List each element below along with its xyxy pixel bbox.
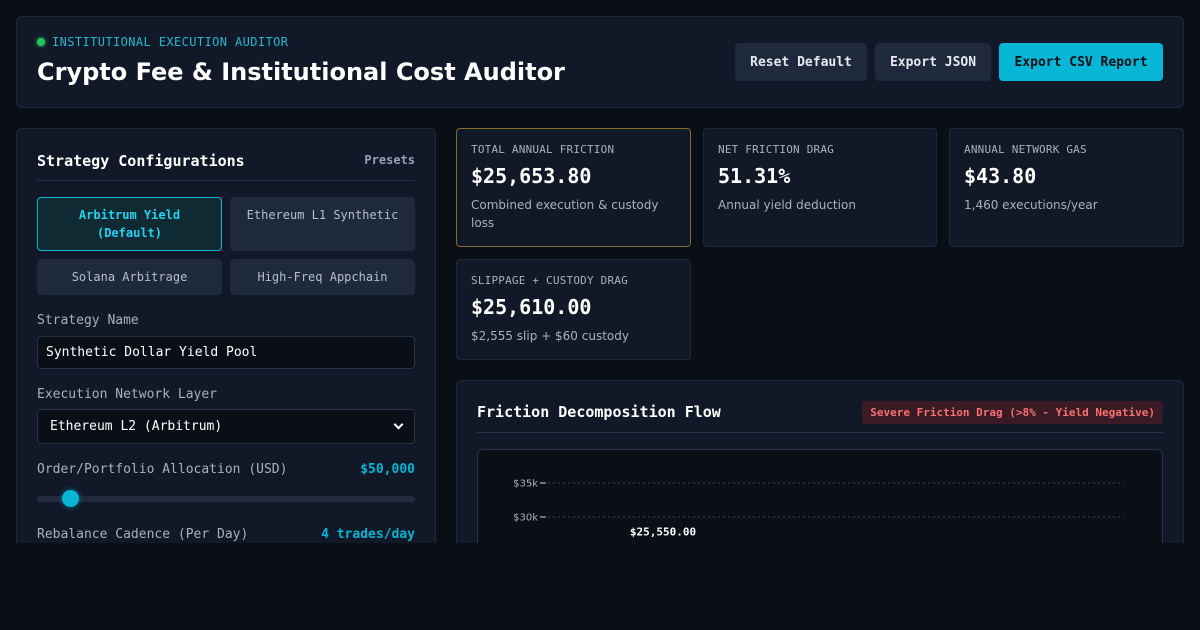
metric-label: NET FRICTION DRAG xyxy=(718,143,834,156)
divider xyxy=(37,180,415,181)
severity-badge: Severe Friction Drag (>8% - Yield Negati… xyxy=(862,401,1163,424)
metric-subtext: Combined execution & custody loss xyxy=(471,198,659,230)
export-json-button[interactable]: Export JSON xyxy=(875,43,991,81)
reset-default-button[interactable]: Reset Default xyxy=(735,43,867,81)
metric-value: $25,610.00 xyxy=(471,295,592,319)
preset-arbitrum-yield[interactable]: Arbitrum Yield (Default) xyxy=(37,197,222,251)
viewport-cutoff xyxy=(0,543,1200,630)
preset-ethereum-l1-synthetic[interactable]: Ethereum L1 Synthetic xyxy=(230,197,415,251)
metric-label: TOTAL ANNUAL FRICTION xyxy=(471,143,615,156)
metric-card-net-friction: NET FRICTION DRAG 51.31% Annual yield de… xyxy=(703,128,937,247)
metric-value: 51.31% xyxy=(718,164,791,188)
allocation-slider-track[interactable] xyxy=(37,496,415,502)
metric-card-network-gas: ANNUAL NETWORK GAS $43.80 1,460 executio… xyxy=(949,128,1184,247)
strategy-name-input[interactable] xyxy=(37,336,415,369)
metric-value: $25,653.80 xyxy=(471,164,592,188)
preset-solana-arbitrage[interactable]: Solana Arbitrage xyxy=(37,259,222,295)
chart-y-tick-label: $35k xyxy=(513,479,538,490)
divider xyxy=(477,432,1163,433)
export-csv-button[interactable]: Export CSV Report xyxy=(999,43,1163,81)
metric-card-total-friction: TOTAL ANNUAL FRICTION $25,653.80 Combine… xyxy=(456,128,691,247)
presets-label: Presets xyxy=(364,153,415,167)
allocation-value: $50,000 xyxy=(360,462,415,477)
app-header: INSTITUTIONAL EXECUTION AUDITOR Crypto F… xyxy=(16,16,1184,108)
metric-label: ANNUAL NETWORK GAS xyxy=(964,143,1087,156)
cadence-value: 4 trades/day xyxy=(321,527,415,542)
metric-card-slippage-custody: SLIPPAGE + CUSTODY DRAG $25,610.00 $2,55… xyxy=(456,259,691,360)
metric-value: $43.80 xyxy=(964,164,1037,188)
app-eyebrow: INSTITUTIONAL EXECUTION AUDITOR xyxy=(37,35,288,49)
network-layer-value: Ethereum L2 (Arbitrum) xyxy=(50,419,223,434)
status-dot-icon xyxy=(37,38,45,46)
allocation-slider-thumb[interactable] xyxy=(62,490,80,507)
preset-high-freq-appchain[interactable]: High-Freq Appchain xyxy=(230,259,415,295)
flow-title: Friction Decomposition Flow xyxy=(477,403,721,421)
allocation-label: Order/Portfolio Allocation (USD) xyxy=(37,462,288,477)
strategy-config-panel: Strategy Configurations Presets Arbitrum… xyxy=(16,128,436,548)
chart-data-label: $25,550.00 xyxy=(630,525,696,538)
metric-label: SLIPPAGE + CUSTODY DRAG xyxy=(471,274,628,287)
eyebrow-label: INSTITUTIONAL EXECUTION AUDITOR xyxy=(52,35,289,49)
strategy-name-label: Strategy Name xyxy=(37,313,139,328)
metric-subtext: 1,460 executions/year xyxy=(964,198,1098,212)
metric-subtext: $2,555 slip + $60 custody xyxy=(471,329,629,343)
chart-y-tick-label: $30k xyxy=(513,513,538,524)
chevron-down-icon xyxy=(393,419,404,430)
config-panel-title: Strategy Configurations xyxy=(37,152,245,170)
network-layer-label: Execution Network Layer xyxy=(37,387,218,402)
metric-subtext: Annual yield deduction xyxy=(718,198,856,212)
cadence-label: Rebalance Cadence (Per Day) xyxy=(37,527,249,542)
page-title: Crypto Fee & Institutional Cost Auditor xyxy=(37,58,565,86)
network-layer-select[interactable]: Ethereum L2 (Arbitrum) xyxy=(37,409,415,444)
